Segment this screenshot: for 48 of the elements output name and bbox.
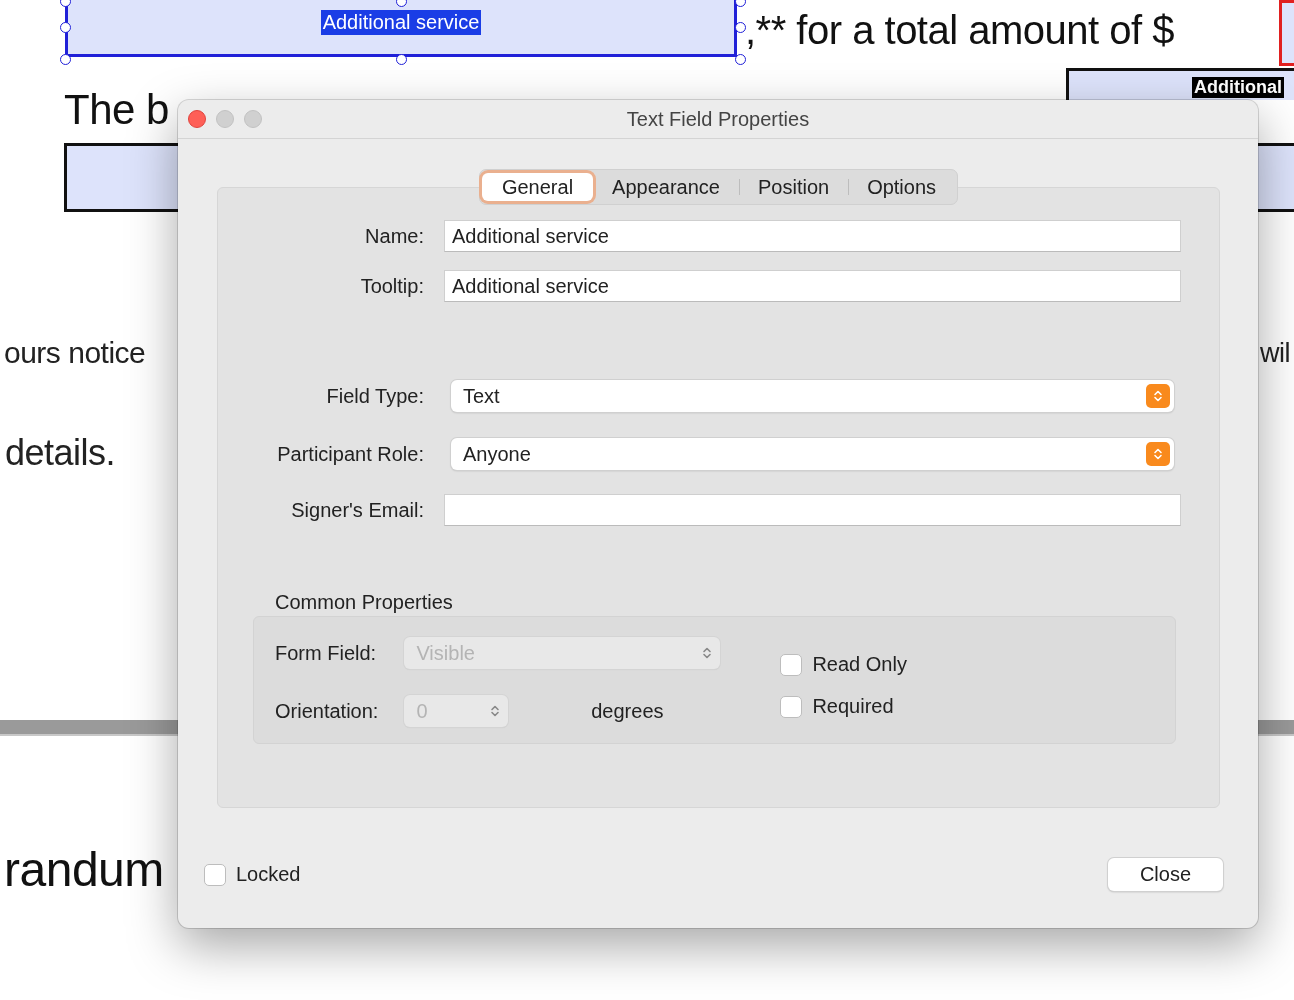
group-title: Common Properties [275, 591, 454, 614]
field-label: Tooltip: [359, 274, 424, 298]
popup-button[interactable]: Text [451, 380, 1174, 412]
field-label: Field Type: [325, 384, 424, 408]
checkbox-label[interactable]: Locked [236, 863, 301, 886]
field-label: Form Field: [275, 641, 378, 665]
resize-handle[interactable] [60, 22, 71, 33]
document-text: The b [64, 86, 169, 134]
stepper-icon [490, 704, 501, 718]
field-value: Additional [1192, 77, 1284, 98]
body-text: wil [1260, 338, 1290, 369]
checkbox-label[interactable]: Read Only [812, 653, 907, 676]
tab[interactable]: Options [848, 173, 956, 201]
popup-button[interactable]: Anyone [451, 438, 1174, 470]
resize-handle[interactable] [735, 54, 746, 65]
chevron-icon [702, 646, 713, 660]
resize-handle[interactable] [735, 22, 746, 33]
body-text: ours notice [4, 336, 146, 370]
stepper-icon [1146, 442, 1170, 466]
checkbox[interactable] [204, 863, 226, 886]
field-label: Signer's Email: [290, 498, 424, 522]
window-title: Text Field Properties [626, 107, 810, 130]
tab[interactable]: General [481, 173, 594, 201]
checkbox-label[interactable]: Required [812, 695, 894, 718]
document-text: ,** for a total amount of $ [745, 8, 1174, 53]
text-field[interactable] [444, 494, 1181, 526]
form-field[interactable]: Additional service [65, 0, 737, 57]
tab[interactable]: Position [738, 173, 849, 201]
stepper-icon [1146, 384, 1170, 408]
text-field[interactable]: Additional service [444, 270, 1181, 302]
resize-handle[interactable] [396, 54, 407, 65]
checkbox[interactable] [780, 695, 803, 718]
close-icon[interactable] [188, 110, 206, 128]
form-field[interactable] [1258, 143, 1294, 212]
field-label: Orientation: [275, 699, 379, 723]
form-field[interactable]: Additional [1066, 68, 1294, 100]
tab[interactable]: Appearance [593, 173, 739, 201]
close-button[interactable]: Close [1108, 858, 1223, 891]
checkbox[interactable] [780, 653, 803, 676]
field-value: Additional service [320, 10, 482, 35]
text-field[interactable]: Additional service [444, 220, 1181, 252]
unit-label: degrees [591, 699, 665, 723]
body-text: details. [5, 432, 116, 474]
field-label: Participant Role: [276, 442, 424, 466]
form-field[interactable] [64, 143, 178, 212]
field-label: Name: [364, 224, 424, 248]
document-text: randum [4, 842, 164, 897]
resize-handle[interactable] [60, 54, 71, 65]
